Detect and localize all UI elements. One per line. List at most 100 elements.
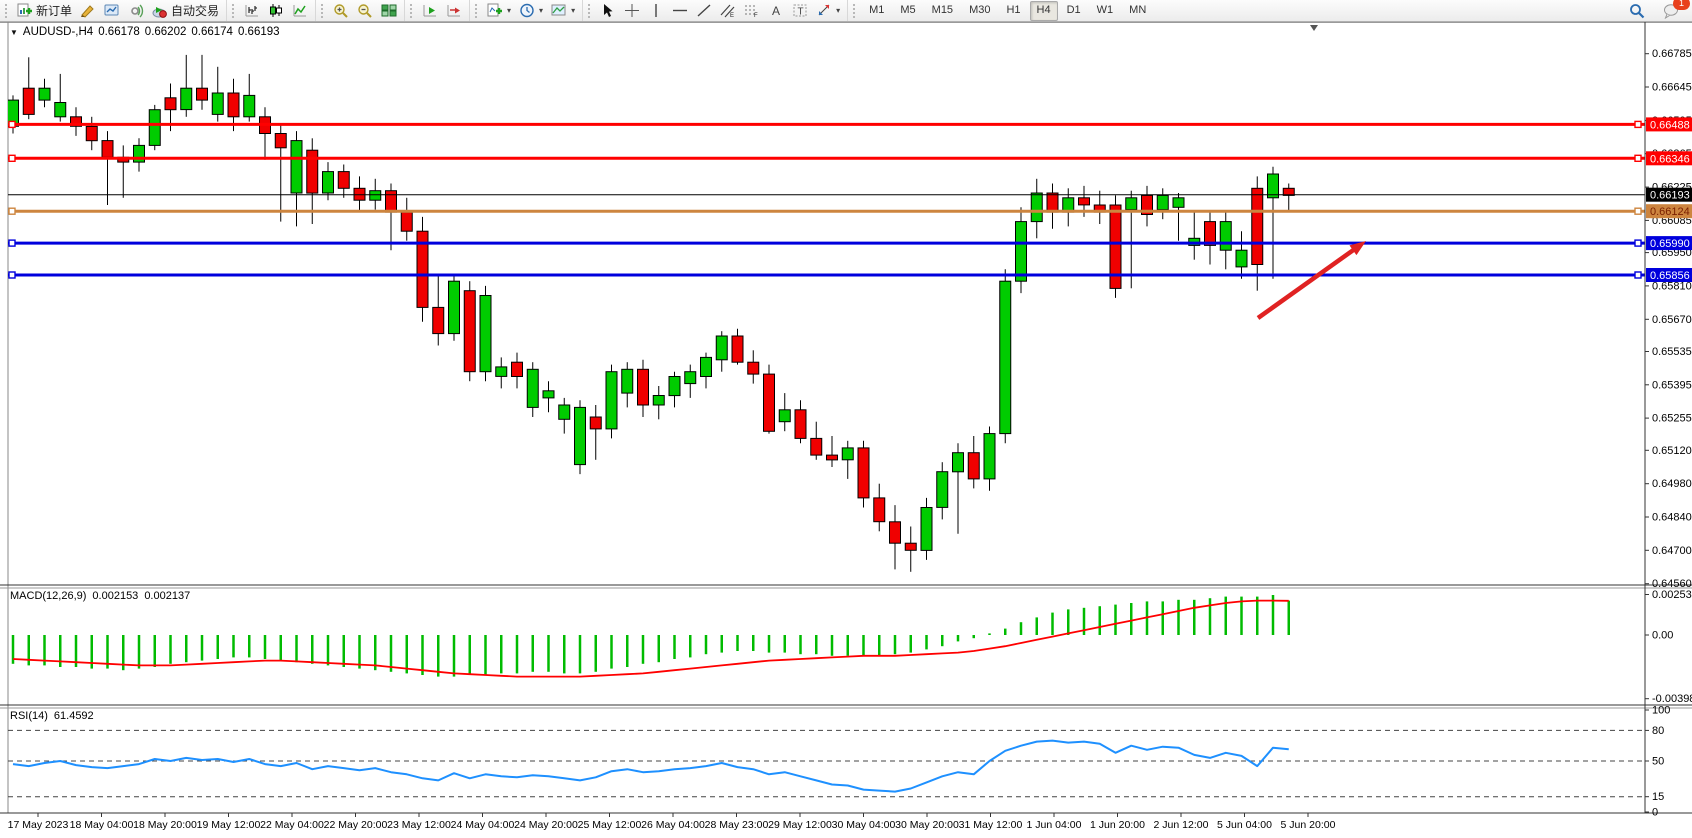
tf-button-W1[interactable]: W1	[1090, 1, 1121, 21]
hline-handle-right[interactable]	[1635, 155, 1641, 161]
hline-0.66488[interactable]	[8, 121, 1645, 127]
tf-button-M30[interactable]: M30	[962, 1, 997, 21]
hline-0.66346[interactable]	[8, 155, 1645, 161]
hline-handle-left[interactable]	[9, 155, 15, 161]
time-tick-label: 29 May 12:00	[768, 819, 832, 831]
chevron-down-icon[interactable]: ▾	[571, 6, 575, 15]
tf-button-M1[interactable]: M1	[862, 1, 891, 21]
channel-button[interactable]: E	[716, 1, 740, 21]
annotation-arrow[interactable]	[1258, 241, 1366, 318]
vline-button[interactable]	[644, 1, 668, 21]
new-order-button[interactable]: 新订单	[13, 1, 76, 21]
label-button[interactable]: T	[788, 1, 812, 21]
terminal-button[interactable]	[100, 1, 124, 21]
hline-0.65990[interactable]	[8, 240, 1645, 246]
chevron-down-icon[interactable]: ▾	[836, 6, 840, 15]
time-tick-label: 1 Jun 20:00	[1090, 819, 1145, 831]
text-button[interactable]: A	[764, 1, 788, 21]
autotrade-button[interactable]: 自动交易	[148, 1, 223, 21]
group-grip[interactable]	[321, 4, 327, 18]
candles-layer	[8, 55, 1295, 572]
time-tick-label: 26 May 04:00	[641, 819, 705, 831]
trendline-button[interactable]	[692, 1, 716, 21]
news-button[interactable]	[124, 1, 148, 21]
line-chart-button[interactable]	[288, 1, 312, 21]
zoom-in-button[interactable]	[329, 1, 353, 21]
group-grip[interactable]	[475, 4, 481, 18]
rsi-axis: 1008050150	[1645, 705, 1670, 819]
tf-button-D1[interactable]: D1	[1060, 1, 1088, 21]
hline-handle-right[interactable]	[1635, 272, 1641, 278]
indicators-button[interactable]: ▾	[483, 1, 515, 21]
hline-handle-right[interactable]	[1635, 208, 1641, 214]
crosshair-button[interactable]	[620, 1, 644, 21]
toolbar-group-insert: ▾ ▾ ▾	[469, 0, 582, 21]
fibonacci-button[interactable]: F	[740, 1, 764, 21]
styler-button[interactable]	[76, 1, 100, 21]
bar-chart-button[interactable]	[240, 1, 264, 21]
search-icon	[1629, 3, 1645, 19]
tf-button-H4[interactable]: H4	[1030, 1, 1058, 21]
tf-button-M5[interactable]: M5	[893, 1, 922, 21]
group-grip[interactable]	[853, 4, 859, 18]
chart-shift-marker[interactable]	[1310, 25, 1318, 31]
cursor-button[interactable]	[596, 1, 620, 21]
rsi-line	[13, 741, 1289, 792]
new-order-icon	[17, 3, 33, 18]
tf-button-M15[interactable]: M15	[925, 1, 960, 21]
chevron-down-icon[interactable]: ▾	[539, 6, 543, 15]
price-chart-canvas[interactable]: 0.667850.666450.665050.663650.662250.660…	[0, 22, 1692, 838]
tf-button-H1[interactable]: H1	[999, 1, 1027, 21]
toolbar-group-chart-type	[226, 0, 315, 21]
tile-windows-button[interactable]	[377, 1, 401, 21]
time-tick-label: 22 May 04:00	[260, 819, 324, 831]
hline-handle-right[interactable]	[1635, 240, 1641, 246]
price-tick-label: 0.65395	[1652, 379, 1692, 391]
price-axis[interactable]: 0.667850.666450.665050.663650.662250.660…	[1645, 48, 1692, 590]
macd-tick-label: 0.00	[1652, 630, 1673, 642]
hline-handle-left[interactable]	[9, 121, 15, 127]
hline-button[interactable]	[668, 1, 692, 21]
hline-handle-right[interactable]	[1635, 121, 1641, 127]
rsi-value: 61.4592	[54, 710, 94, 722]
rsi-tick-label: 50	[1652, 756, 1664, 768]
price-tick-label: 0.65120	[1652, 445, 1692, 457]
group-grip[interactable]	[232, 4, 238, 18]
time-axis[interactable]: 17 May 202318 May 04:0018 May 20:0019 Ma…	[8, 813, 1336, 831]
trendline-icon	[696, 3, 712, 18]
macd-signal-value: 0.002137	[144, 590, 190, 602]
periods-button[interactable]: ▾	[515, 1, 547, 21]
chevron-down-icon[interactable]: ▾	[507, 6, 511, 15]
macd-tick-label: 0.002534	[1652, 589, 1692, 601]
hline-handle-left[interactable]	[9, 272, 15, 278]
hline-handle-left[interactable]	[9, 240, 15, 246]
hline-0.65856[interactable]	[8, 272, 1645, 278]
collapse-icon[interactable]: ▼	[10, 28, 18, 37]
templates-button[interactable]: ▾	[547, 1, 579, 21]
chart-window[interactable]: 0.667850.666450.665050.663650.662250.660…	[0, 22, 1692, 838]
group-grip[interactable]	[410, 4, 416, 18]
price-tick-label: 0.65255	[1652, 413, 1692, 425]
channel-icon: E	[720, 3, 736, 18]
auto-scroll-button[interactable]	[418, 1, 442, 21]
shapes-button[interactable]: ▾	[812, 1, 844, 21]
tf-button-MN[interactable]: MN	[1122, 1, 1153, 21]
toolbar-group-scroll	[404, 0, 469, 21]
text-a-icon: A	[768, 3, 784, 18]
zoom-out-button[interactable]	[353, 1, 377, 21]
candlestick-button[interactable]	[264, 1, 288, 21]
hline-0.66124[interactable]	[8, 208, 1645, 214]
hline-handle-left[interactable]	[9, 208, 15, 214]
bar-chart-icon	[244, 3, 260, 18]
shapes-icon	[816, 3, 832, 18]
template-icon	[551, 3, 567, 18]
chart-shift-button[interactable]	[442, 1, 466, 21]
group-grip[interactable]	[5, 4, 11, 18]
group-grip[interactable]	[588, 4, 594, 18]
search-button[interactable]	[1625, 1, 1649, 21]
price-tick-label: 0.65810	[1652, 280, 1692, 292]
time-tick-label: 22 May 20:00	[324, 819, 388, 831]
notifications-button[interactable]: 1	[1659, 1, 1684, 21]
autotrade-button-label: 自动交易	[171, 2, 219, 19]
high-value: 0.66202	[145, 26, 187, 38]
